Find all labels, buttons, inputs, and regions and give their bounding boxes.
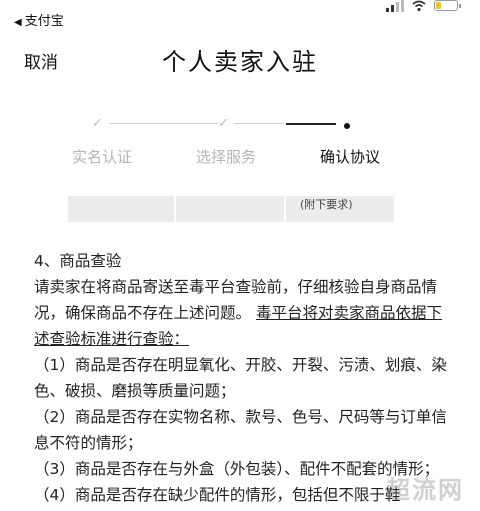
check-icon: ✓: [218, 116, 229, 131]
signal-icon: [386, 0, 404, 12]
step-label-service: 选择服务: [196, 148, 257, 166]
battery-icon: [434, 0, 461, 11]
section-intro: 请卖家在将商品寄送至毒平台查验前，仔细核验自身商品情况，确保商品不存在上述问题。…: [34, 274, 450, 352]
status-bar: ◀ 支付宝: [0, 0, 480, 30]
check-icon: ✓: [92, 116, 103, 131]
nav-bar: 取消 个人卖家入驻: [0, 30, 480, 86]
list-item: （2）商品是否存在实物名称、款号、色号、尺码等与订单信息不符的情形；: [34, 408, 447, 452]
step-label-realname: 实名认证: [72, 148, 133, 166]
watermark: 超流网: [386, 476, 464, 504]
status-icons: [386, 0, 461, 14]
step-label-agreement: 确认协议: [320, 148, 381, 166]
agreement-content: 4、商品查验 请卖家在将商品寄送至毒平台查验前，仔细核验自身商品情况，确保商品不…: [34, 248, 450, 508]
step-indicator: ✓ ✓ 实名认证 选择服务 确认协议: [0, 112, 480, 172]
back-arrow-icon: ◀: [14, 17, 22, 28]
page-title: 个人卖家入驻: [162, 48, 318, 76]
back-to-app-link[interactable]: ◀ 支付宝: [14, 10, 64, 29]
back-app-label: 支付宝: [24, 14, 64, 29]
list-item: （1）商品是否存在明显氧化、开胶、开裂、污渍、划痕、染色、破损、磨损等质量问题；: [34, 356, 447, 400]
section-heading: 4、商品查验: [34, 252, 122, 270]
table-cell-text: (附下要求): [300, 198, 353, 211]
table-fragment: (附下要求): [68, 196, 394, 222]
wifi-icon: [412, 0, 426, 12]
current-step-dot: [344, 123, 350, 129]
